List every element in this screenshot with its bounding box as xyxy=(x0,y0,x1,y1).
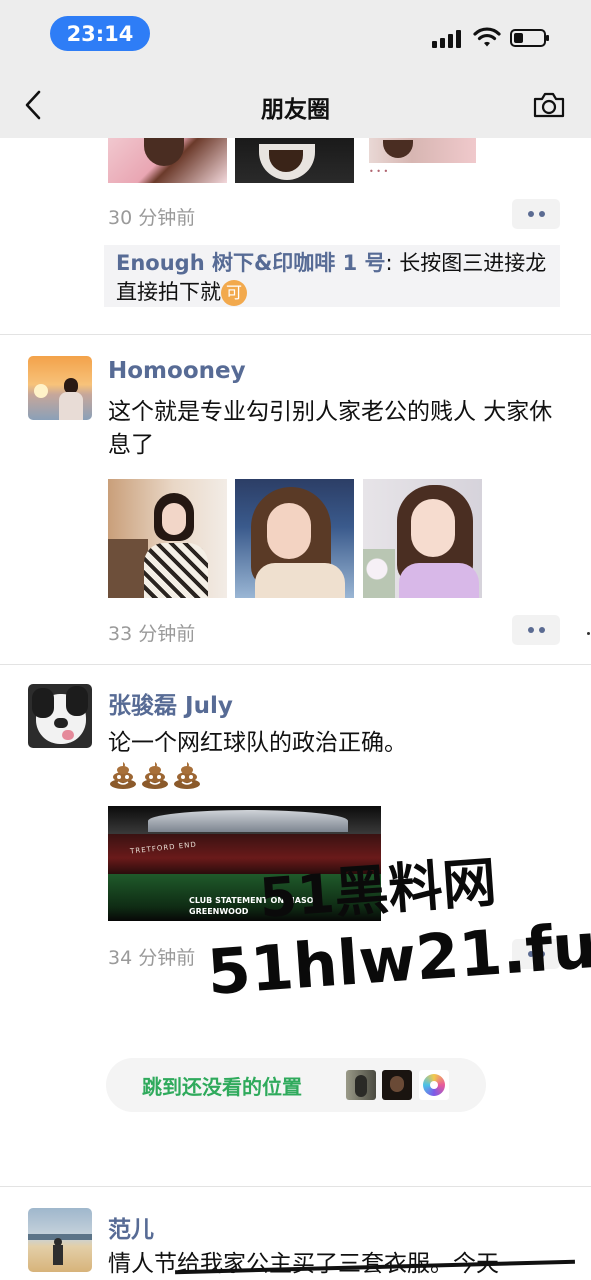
post-divider xyxy=(0,334,591,335)
post2-timestamp: 33 分钟前 xyxy=(108,623,196,645)
poop-emoji-icon xyxy=(174,762,200,789)
post1-comment[interactable]: Enough 树下&印咖啡 1 号: 长按图三进接龙直接拍下就可 xyxy=(116,249,556,307)
wifi-icon xyxy=(473,27,501,47)
post4-author-name[interactable]: 范儿 xyxy=(108,1210,154,1244)
battery-icon xyxy=(510,29,549,47)
unread-avatar-1 xyxy=(346,1070,376,1100)
unread-avatar-3 xyxy=(419,1070,449,1100)
post1-image-1[interactable] xyxy=(108,138,227,183)
emoji-ke-icon: 可 xyxy=(221,280,247,306)
jump-to-unread-button[interactable]: 跳到还没看的位置 xyxy=(106,1058,486,1112)
post2-more-button[interactable] xyxy=(512,615,560,645)
poop-emoji-icon xyxy=(142,762,168,789)
post2-image-3[interactable] xyxy=(363,479,482,598)
status-time: 23:14 xyxy=(50,16,150,51)
post2-avatar[interactable] xyxy=(28,356,92,420)
jump-to-unread-label: 跳到还没看的位置 xyxy=(142,1075,302,1099)
post1-more-button[interactable] xyxy=(512,199,560,229)
nav-bar: 朋友圈 xyxy=(0,70,591,138)
page-title: 朋友圈 xyxy=(261,97,330,123)
moments-feed[interactable]: • • • 30 分钟前 Enough 树下&印咖啡 1 号: 长按图三进接龙直… xyxy=(0,138,591,1280)
post1-timestamp: 30 分钟前 xyxy=(108,207,196,229)
camera-icon[interactable] xyxy=(532,91,566,119)
post2-text: 这个就是专业勾引别人家老公的贱人 大家休息了 xyxy=(108,399,553,458)
post1-image-2[interactable] xyxy=(235,138,354,183)
post-divider xyxy=(0,664,591,665)
post3-author-name[interactable]: 张骏磊 July xyxy=(108,686,233,720)
post1-image-3-tag: • • • xyxy=(369,167,389,176)
post1-image-3[interactable] xyxy=(369,138,476,163)
scroll-indicator xyxy=(587,632,590,635)
post4-avatar[interactable] xyxy=(28,1208,92,1272)
post3-avatar[interactable] xyxy=(28,684,92,748)
post3-text: 论一个网红球队的政治正确。 xyxy=(108,730,407,756)
stadium-caption-line2: GREENWOOD xyxy=(189,907,249,916)
cellular-signal-icon xyxy=(432,30,464,48)
post2-image-2[interactable] xyxy=(235,479,354,598)
poop-emoji-icon xyxy=(110,762,136,789)
comment-author[interactable]: Enough 树下&印咖啡 1 号 xyxy=(116,251,386,275)
post1-comment-box: Enough 树下&印咖啡 1 号: 长按图三进接龙直接拍下就可 xyxy=(104,245,560,307)
post2-image-1[interactable] xyxy=(108,479,227,598)
unread-avatar-2 xyxy=(382,1070,412,1100)
post3-timestamp: 34 分钟前 xyxy=(108,947,196,969)
post-divider xyxy=(0,1186,591,1187)
status-bar: 23:14 xyxy=(0,0,591,70)
post2-author-name[interactable]: Homooney xyxy=(108,358,246,384)
